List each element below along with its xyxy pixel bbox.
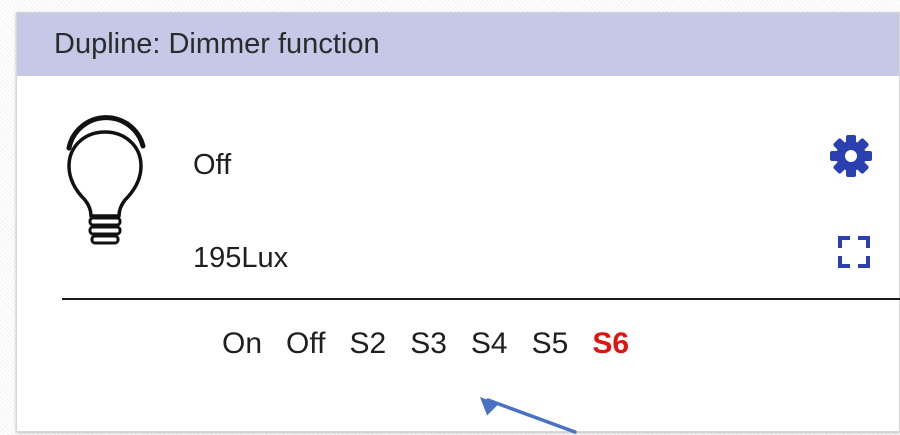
device-status: Off	[193, 149, 232, 181]
dimmer-card: Dupline: Dimmer function Off 195Lux On O…	[16, 12, 900, 432]
scene-buttons: On Off S2 S3 S4 S5 S6	[222, 319, 629, 369]
scene-button-on[interactable]: On	[222, 319, 262, 369]
fullscreen-icon[interactable]	[836, 234, 872, 270]
scene-button-s5[interactable]: S5	[532, 319, 569, 369]
scene-button-s2[interactable]: S2	[350, 319, 387, 369]
scene-button-s6[interactable]: S6	[592, 319, 629, 369]
screenshot-stage: Dupline: Dimmer function Off 195Lux On O…	[0, 0, 900, 435]
scene-button-off[interactable]: Off	[286, 319, 325, 369]
scene-button-s4[interactable]: S4	[471, 319, 508, 369]
lux-reading: 195Lux	[193, 242, 289, 274]
scene-button-s3[interactable]: S3	[410, 319, 447, 369]
gear-icon[interactable]	[829, 134, 873, 178]
light-bulb-icon	[66, 115, 146, 245]
card-header: Dupline: Dimmer function	[17, 13, 899, 76]
divider	[62, 298, 900, 300]
card-title: Dupline: Dimmer function	[54, 28, 380, 60]
pointer-arrow-icon	[480, 397, 577, 434]
